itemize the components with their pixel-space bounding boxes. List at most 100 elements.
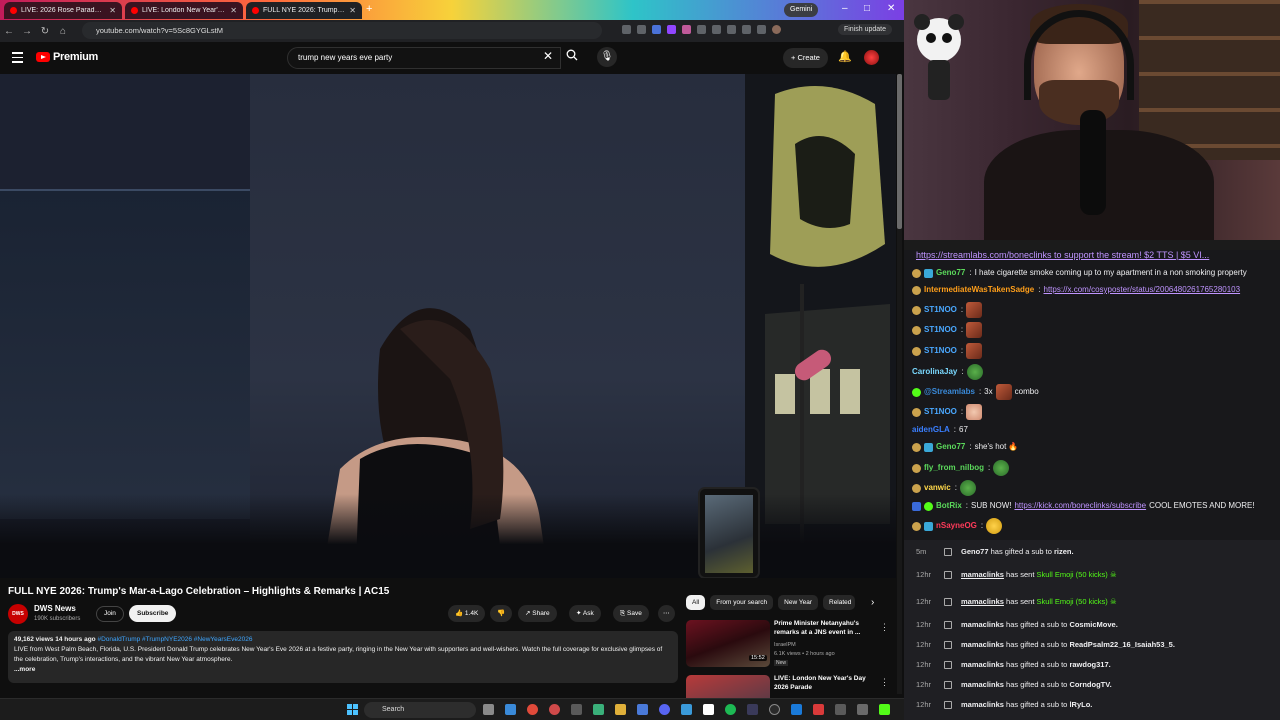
share-button[interactable]: ↗ Share (518, 605, 557, 622)
app-icon[interactable] (593, 704, 604, 715)
taskbar-search[interactable]: Search (364, 702, 476, 718)
microphone-icon[interactable]: 🎙 (597, 47, 617, 67)
like-button[interactable]: 👍 1.4K (448, 605, 486, 622)
tab-london-parade[interactable]: LIVE: London New Year's Day 2 ✕ (125, 2, 243, 19)
hashtags[interactable]: #DonaldTrump #TrumpNYE2026 #NewYearsEve2… (97, 636, 252, 643)
recommended-channel[interactable]: IsraelPM (774, 642, 796, 648)
subscribe-button[interactable]: Subscribe (129, 605, 177, 622)
join-button[interactable]: Join (96, 606, 124, 622)
chat-username[interactable]: vanwic (924, 482, 951, 494)
chevron-right-icon[interactable]: › (871, 597, 874, 608)
event-user[interactable]: mamaclinks (961, 620, 1004, 629)
chip-from-your-search[interactable]: From your search (710, 595, 774, 610)
extension-icon[interactable] (712, 25, 721, 34)
ask-button[interactable]: ✦ Ask (569, 605, 601, 622)
app-icon[interactable] (835, 704, 846, 715)
chat-username[interactable]: CarolinaJay (912, 366, 957, 378)
video-player[interactable] (0, 74, 896, 578)
chat-link[interactable]: https://x.com/cosyposter/status/20064802… (1044, 284, 1241, 296)
close-tab-icon[interactable]: ✕ (230, 6, 237, 15)
chat-link[interactable]: https://kick.com/boneclinks/subscribe (1014, 500, 1146, 512)
chat-username[interactable]: ST1NOO (924, 324, 957, 336)
tab-trump-nye[interactable]: FULL NYE 2026: Trump's M ✕ (246, 2, 362, 19)
channel-avatar[interactable]: DWS (8, 604, 28, 624)
chat-username[interactable]: ST1NOO (924, 304, 957, 316)
app-icon[interactable] (571, 704, 582, 715)
event-user[interactable]: mamaclinks (961, 640, 1004, 649)
extension-icon[interactable] (652, 25, 661, 34)
new-tab-icon[interactable]: + (366, 3, 372, 15)
clear-search-icon[interactable]: ✕ (543, 49, 553, 63)
twitch-extension-icon[interactable] (667, 25, 676, 34)
minimize-icon[interactable]: – (842, 3, 848, 14)
more-actions-button[interactable]: ⋯ (658, 605, 675, 622)
extension-icon[interactable] (622, 25, 631, 34)
app-icon[interactable] (813, 704, 824, 715)
chat-username[interactable]: IntermediateWasTakenSadge (924, 284, 1034, 296)
search-icon[interactable] (566, 49, 578, 61)
chrome-icon[interactable] (527, 704, 538, 715)
chat-username[interactable]: aidenGLA (912, 424, 950, 436)
recommended-title[interactable]: LIVE: London New Year's Day 2026 Parade (774, 675, 874, 692)
more-vertical-icon[interactable]: ⋮ (880, 622, 889, 633)
recommended-video[interactable]: LIVE: London New Year's Day 2026 Parade … (686, 675, 896, 698)
notifications-bell-icon[interactable]: 🔔 (838, 50, 852, 63)
spotify-icon[interactable] (725, 704, 736, 715)
forward-icon[interactable]: → (18, 26, 36, 37)
app-icon[interactable] (505, 704, 516, 715)
search-input[interactable]: trump new years eve party (287, 47, 561, 69)
more-vertical-icon[interactable]: ⋮ (880, 677, 889, 688)
app-icon[interactable] (747, 704, 758, 715)
save-button[interactable]: ⎘ Save (613, 605, 649, 622)
event-user[interactable]: mamaclinks (961, 680, 1004, 689)
steam-icon[interactable] (637, 704, 648, 715)
scrollbar-thumb[interactable] (897, 74, 902, 229)
obs-icon[interactable] (769, 704, 780, 715)
event-user[interactable]: mamaclinks (961, 597, 1004, 606)
chip-related[interactable]: Related (823, 595, 855, 610)
close-tab-icon[interactable]: ✕ (109, 6, 116, 15)
home-icon[interactable]: ⌂ (54, 26, 72, 37)
description-box[interactable]: 49,162 views 14 hours ago #DonaldTrump #… (8, 631, 678, 683)
finish-update-button[interactable]: Finish update (837, 24, 892, 35)
chip-all[interactable]: All (686, 595, 706, 610)
maximize-icon[interactable]: □ (864, 3, 870, 14)
recommended-video[interactable]: 15:52 Prime Minister Netanyahu's remarks… (686, 620, 896, 670)
chat-username[interactable]: nSayneOG (936, 520, 977, 532)
dislike-button[interactable]: 👎 (490, 605, 513, 622)
app-icon[interactable] (549, 704, 560, 715)
chat-username[interactable]: ST1NOO (924, 406, 957, 418)
chat-username[interactable]: Geno77 (936, 441, 965, 453)
gemini-button[interactable]: Gemini (784, 3, 819, 17)
app-icon[interactable] (703, 704, 714, 715)
extension-icon[interactable] (682, 25, 691, 34)
page-scrollbar[interactable] (897, 74, 902, 694)
task-view-icon[interactable] (483, 704, 494, 715)
reload-icon[interactable]: ↻ (36, 26, 54, 37)
chat-username[interactable]: fly_from_nilbog (924, 462, 984, 474)
recommended-title[interactable]: Prime Minister Netanyahu's remarks at a … (774, 620, 874, 637)
discord-icon[interactable] (659, 704, 670, 715)
app-icon[interactable] (681, 704, 692, 715)
account-avatar[interactable] (864, 50, 879, 65)
chat-username[interactable]: @Streamlabs (924, 386, 975, 398)
event-user[interactable]: mamaclinks (961, 570, 1004, 579)
event-user[interactable]: mamaclinks (961, 660, 1004, 669)
kick-icon[interactable] (879, 704, 890, 715)
app-icon[interactable] (791, 704, 802, 715)
event-user[interactable]: mamaclinks (961, 700, 1004, 709)
chip-new-year[interactable]: New Year (778, 595, 818, 610)
close-window-icon[interactable]: ✕ (887, 3, 895, 14)
video-thumbnail[interactable] (686, 675, 770, 698)
create-button[interactable]: + Create (783, 48, 828, 68)
channel-name[interactable]: DWS News (34, 604, 76, 613)
file-explorer-icon[interactable] (615, 704, 626, 715)
close-tab-icon[interactable]: ✕ (349, 6, 356, 15)
back-icon[interactable]: ← (0, 26, 18, 37)
hamburger-menu-icon[interactable] (12, 52, 23, 66)
sidebar-icon[interactable] (742, 25, 751, 34)
show-more-link[interactable]: ...more (14, 665, 672, 675)
event-user[interactable]: Geno77 (961, 547, 989, 556)
youtube-logo[interactable]: Premium (36, 51, 98, 63)
puzzle-icon[interactable] (727, 25, 736, 34)
